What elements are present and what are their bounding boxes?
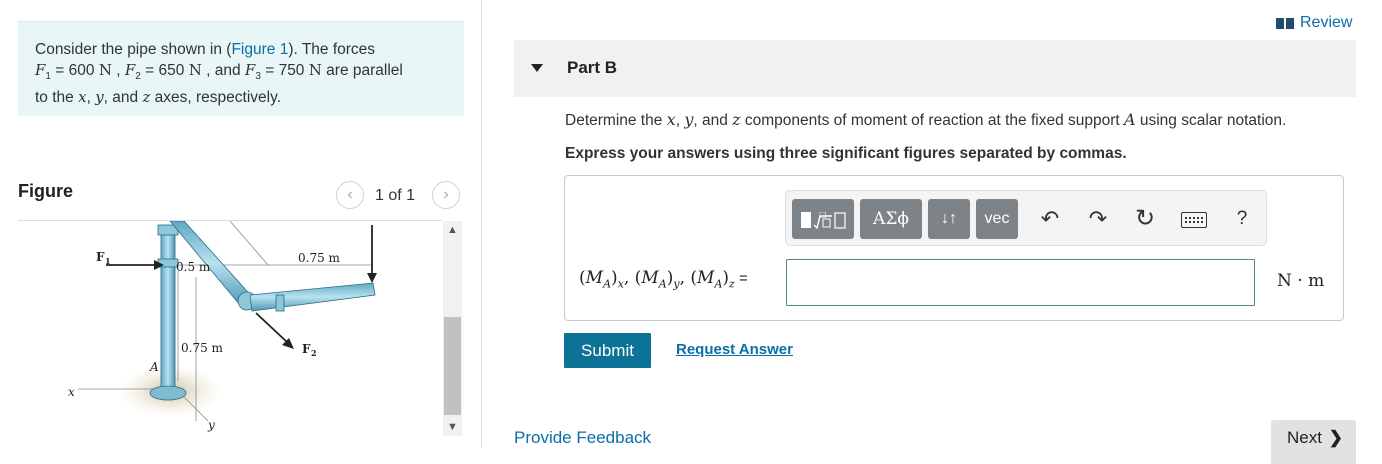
figure-1-link[interactable]: Figure 1 <box>231 41 288 58</box>
help-icon[interactable]: ? <box>1226 199 1258 239</box>
submit-button[interactable]: Submit <box>564 333 651 368</box>
horizontal-pipe <box>249 282 376 312</box>
scroll-up-icon[interactable]: ▲ <box>443 221 462 239</box>
subscript-superscript-button[interactable]: ↓↑ <box>928 199 970 239</box>
label-f2: F <box>302 342 311 356</box>
keyboard-shortcuts-button[interactable] <box>1178 199 1210 239</box>
request-answer-link[interactable]: Request Answer <box>676 341 793 358</box>
undo-icon[interactable]: ↶ <box>1034 199 1066 239</box>
answer-input[interactable] <box>786 259 1255 306</box>
next-button[interactable]: Next ❯ <box>1271 420 1356 464</box>
figure-prev-button[interactable]: ‹ <box>336 181 364 209</box>
question-text: Determine the x, y, and z components of … <box>565 110 1287 129</box>
figure-counter: 1 of 1 <box>375 187 416 204</box>
provide-feedback-link[interactable]: Provide Feedback <box>514 428 651 448</box>
label-axis-y: y <box>207 418 215 432</box>
label-f1: F <box>96 250 105 264</box>
answer-unit: N · m <box>1277 271 1325 291</box>
label-point-a: A <box>149 360 159 374</box>
reset-icon[interactable]: ↻ <box>1129 199 1161 239</box>
redo-icon[interactable]: ↷ <box>1082 199 1114 239</box>
pane-divider <box>481 0 482 448</box>
vector-button[interactable]: vec <box>976 199 1018 239</box>
label-axis-x: x <box>68 385 75 399</box>
chevron-right-icon: ❯ <box>1328 428 1343 447</box>
part-title: Part B <box>567 58 618 77</box>
label-dim-0-5: 0.5 m <box>176 260 211 274</box>
answer-label: (MA)x, (MA)y, (MA)z = <box>579 268 748 291</box>
greek-symbols-button[interactable]: ΑΣϕ <box>860 199 922 239</box>
templates-button[interactable]: □ <box>792 199 854 239</box>
instruction-text: Express your answers using three signifi… <box>565 145 1127 162</box>
templates-icon: □ <box>801 210 846 230</box>
figure-title: Figure <box>18 181 74 201</box>
pipe-figure: F 1 0.5 m 0.75 m 0.75 m F 2 A x y <box>18 221 442 443</box>
figure-scrollbar[interactable]: ▲ ▼ <box>443 221 462 436</box>
book-icon <box>1276 17 1294 29</box>
problem-line-2: F1 = 600 N , F2 = 650 N , and F3 = 750 N… <box>35 61 403 83</box>
keyboard-icon <box>1181 212 1207 229</box>
pipe-joint <box>275 294 285 312</box>
scroll-down-icon[interactable]: ▼ <box>443 418 462 436</box>
vertical-pipe <box>160 226 176 392</box>
review-link[interactable]: Review <box>1276 14 1352 32</box>
problem-line-3: to the x, y, and z axes, respectively. <box>35 88 282 107</box>
answer-box: □ ΑΣϕ ↓↑ vec ↶ ↷ ↻ ? (MA)x, (MA)y, (MA)z… <box>564 175 1344 321</box>
collapse-caret-icon[interactable] <box>531 64 543 72</box>
base-flange <box>149 385 187 401</box>
math-toolbar: □ ΑΣϕ ↓↑ vec ↶ ↷ ↻ ? <box>785 190 1267 246</box>
problem-statement: Consider the pipe shown in (Figure 1). T… <box>18 21 464 116</box>
problem-line-1: Consider the pipe shown in (Figure 1). T… <box>35 41 376 58</box>
pipe-diagram: F 1 0.5 m 0.75 m 0.75 m F 2 A x y <box>68 221 377 432</box>
label-f1-sub: 1 <box>105 256 111 266</box>
part-header[interactable]: Part B <box>514 40 1356 97</box>
scroll-thumb[interactable] <box>444 317 461 415</box>
label-dim-0-75-top: 0.75 m <box>298 251 341 265</box>
label-dim-0-75-left: 0.75 m <box>181 341 224 355</box>
label-f2-sub: 2 <box>311 348 317 358</box>
figure-next-button[interactable]: › <box>432 181 460 209</box>
